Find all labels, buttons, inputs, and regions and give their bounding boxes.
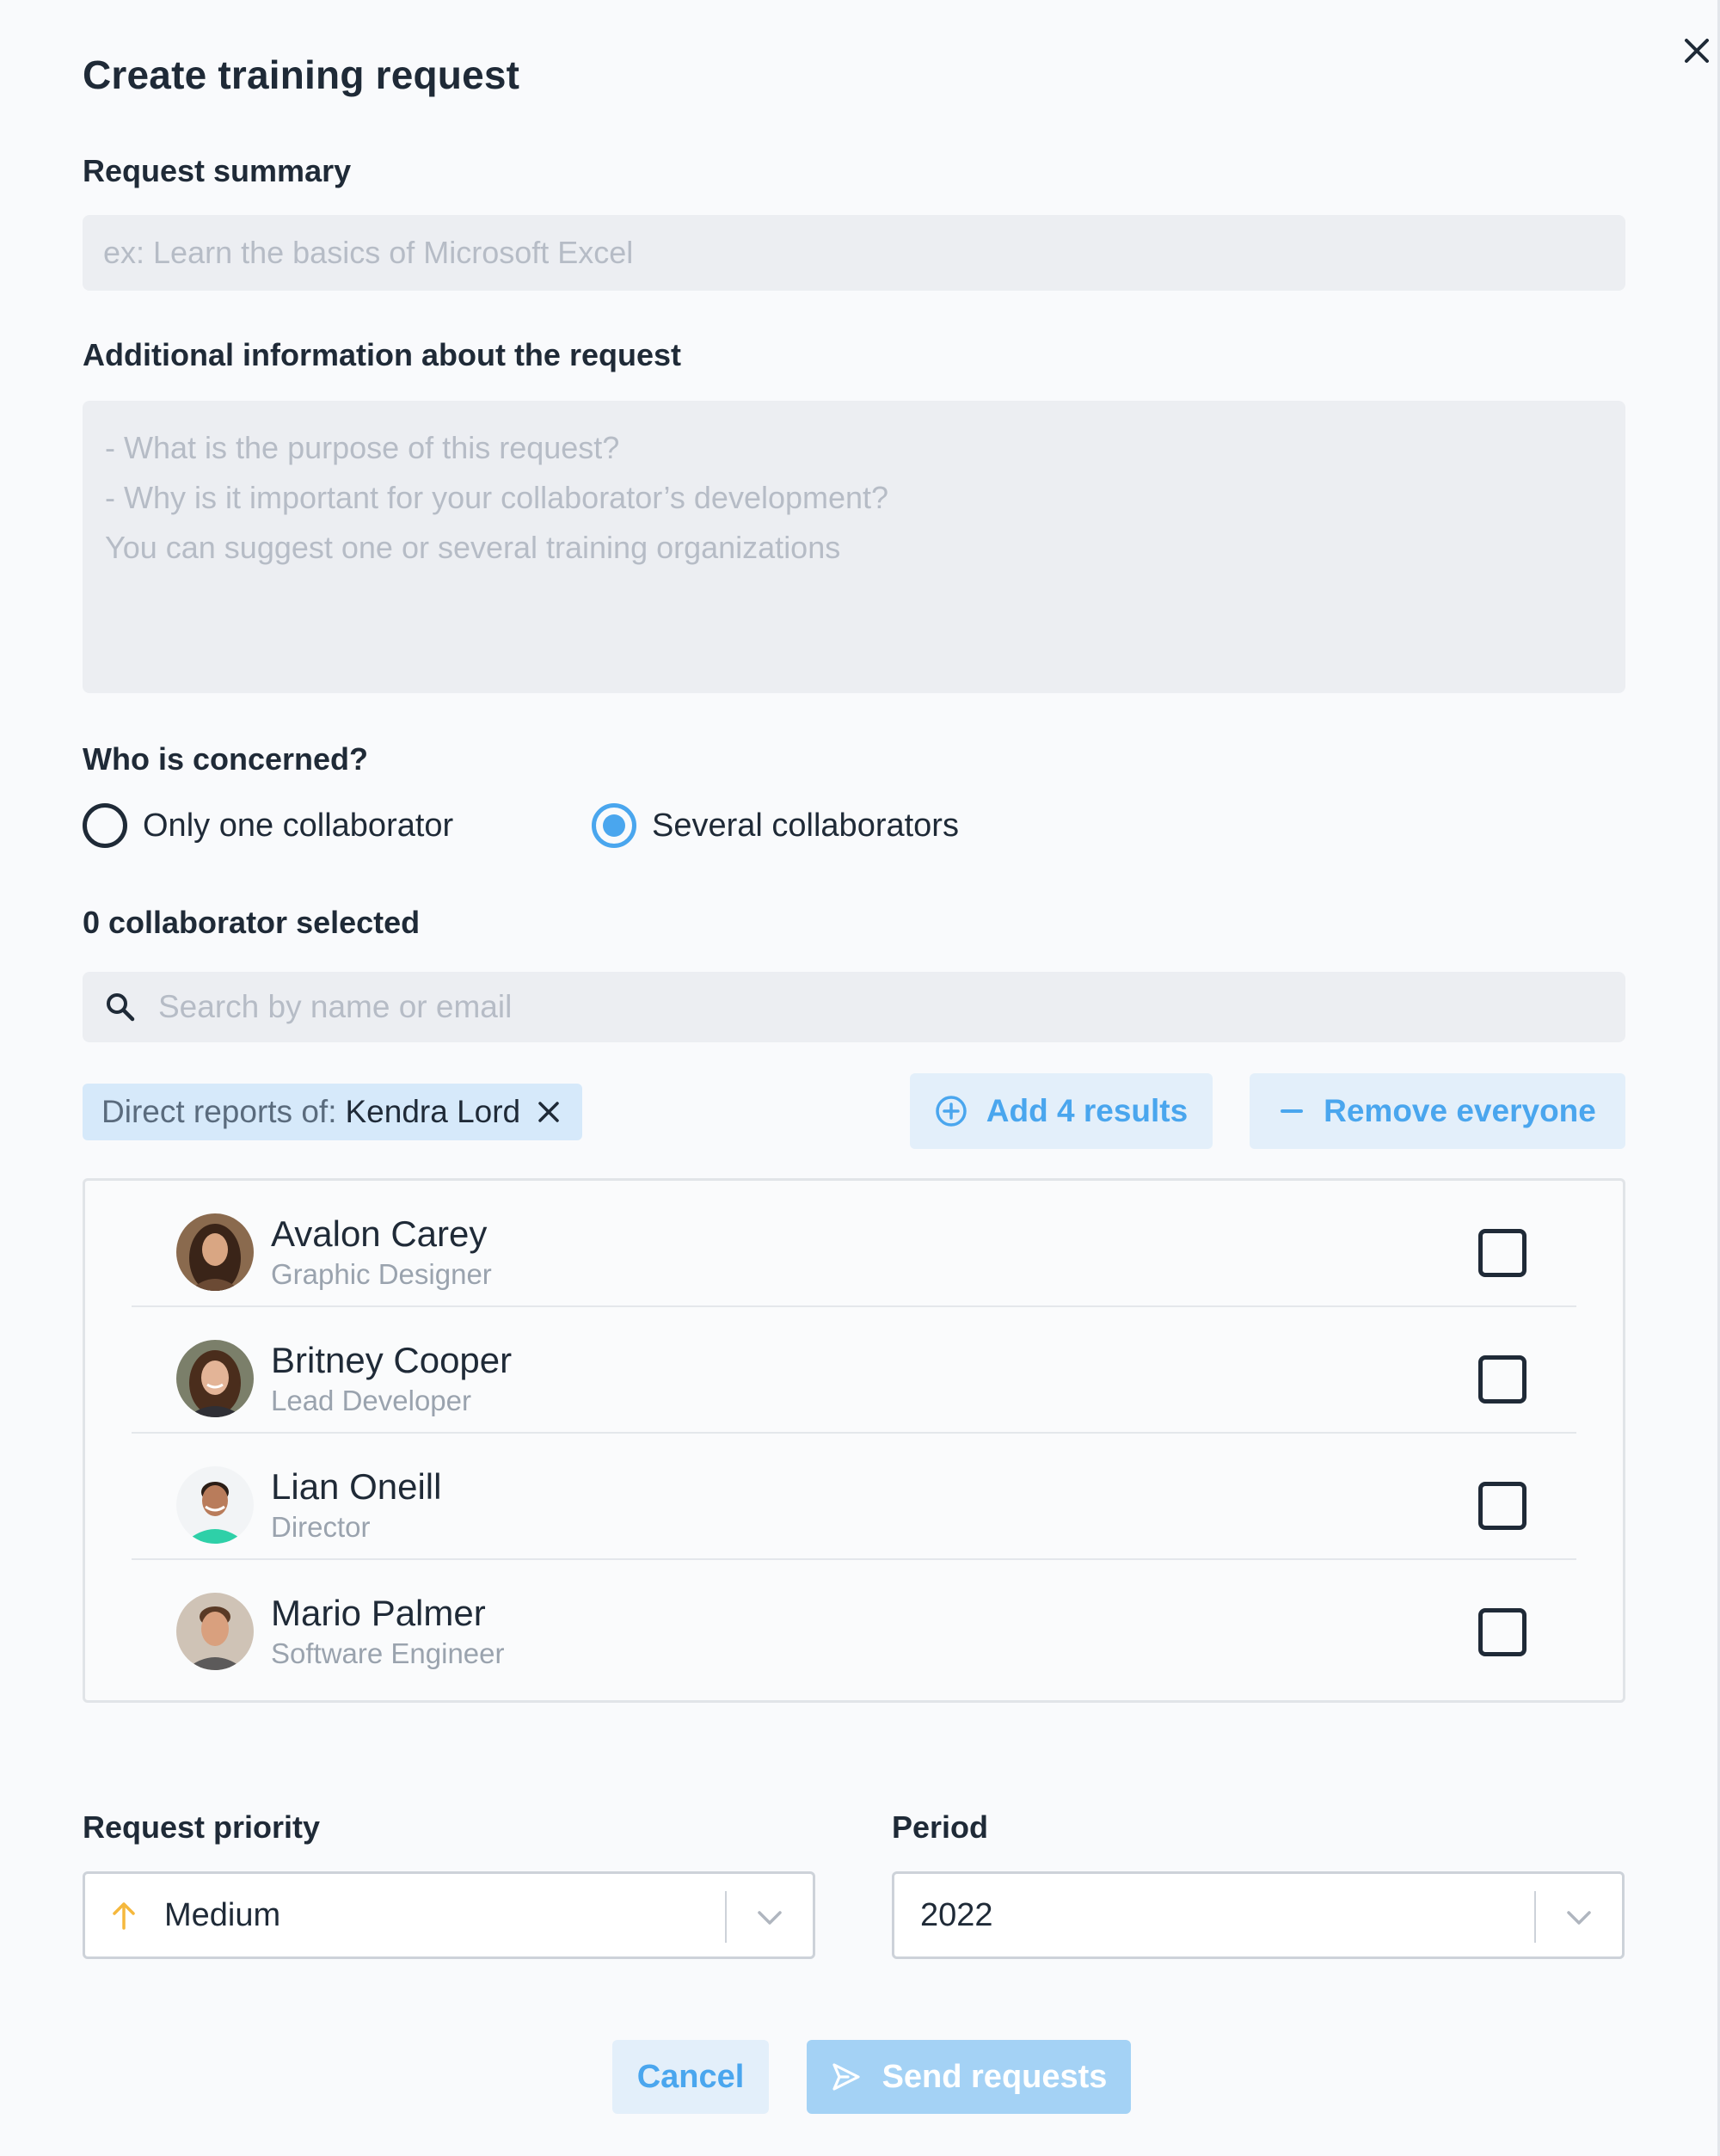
add-results-label: Add 4 results [986,1093,1189,1128]
arrow-up-icon [113,1902,135,1930]
create-training-request-modal: Create training request Request summary … [0,0,1720,2156]
modal-title: Create training request [83,52,520,97]
remove-everyone-button[interactable]: Remove everyone [1250,1073,1625,1149]
filter-chip-name: Kendra Lord [345,1094,521,1129]
request-summary-label: Request summary [83,153,352,188]
collaborator-list: Avalon Carey Graphic Designer Britney Co… [83,1178,1625,1703]
collaborator-role: Graphic Designer [271,1258,492,1290]
search-icon [107,993,135,1022]
collaborator-name: Britney Cooper [271,1340,513,1380]
minus-icon [1281,1109,1304,1113]
plus-circle-icon [936,1096,967,1127]
select-separator [725,1891,727,1943]
who-is-concerned-label: Who is concerned? [83,741,369,777]
collaborator-row[interactable]: Avalon Carey Graphic Designer [132,1181,1576,1307]
radio-only-one-collaborator[interactable]: Only one collaborator [83,803,453,848]
collaborator-search-input[interactable]: Search by name or email [83,972,1625,1042]
close-icon [538,1102,559,1122]
radio-several-collaborators[interactable]: Several collaborators [592,803,959,848]
close-icon [1685,39,1709,63]
collaborator-role: Software Engineer [271,1637,505,1669]
additional-info-placeholder-line: You can suggest one or several training … [105,530,841,565]
collaborator-name: Mario Palmer [271,1593,486,1633]
send-requests-label: Send requests [882,2058,1108,2095]
radio-label: Only one collaborator [143,807,454,844]
additional-info-textarea[interactable]: - What is the purpose of this request? -… [83,401,1625,693]
period-label: Period [892,1809,989,1845]
collaborator-name: Avalon Carey [271,1213,488,1254]
additional-info-placeholder-line: - Why is it important for your collabora… [105,480,889,515]
collaborator-name: Lian Oneill [271,1466,442,1507]
select-separator [1534,1891,1536,1943]
collaborator-role: Lead Developer [271,1385,471,1416]
priority-select[interactable]: Medium [83,1871,815,1959]
avatar [176,1466,254,1544]
request-summary-input[interactable]: ex: Learn the basics of Microsoft Excel [83,215,1625,291]
remove-everyone-label: Remove everyone [1324,1093,1596,1128]
send-requests-button[interactable]: Send requests [807,2040,1131,2114]
additional-info-label: Additional information about the request [83,337,681,372]
period-value: 2022 [920,1896,993,1933]
send-icon [832,2063,860,2091]
search-placeholder: Search by name or email [158,989,513,1024]
collaborator-checkbox[interactable] [1478,1229,1526,1277]
radio-label: Several collaborators [652,807,959,844]
collaborator-row[interactable]: Britney Cooper Lead Developer [132,1307,1576,1434]
radio-circle[interactable] [83,803,127,848]
cancel-button[interactable]: Cancel [612,2040,769,2114]
request-summary-placeholder: ex: Learn the basics of Microsoft Excel [103,235,634,270]
close-button[interactable] [1675,29,1718,72]
selected-count: 0 collaborator selected [83,905,421,940]
collaborator-row[interactable]: Mario Palmer Software Engineer [132,1560,1576,1686]
chevron-down-icon [758,1911,782,1925]
avatar [176,1593,254,1670]
priority-value: Medium [164,1896,281,1933]
remove-filter-button[interactable] [538,1101,560,1123]
avatar [176,1340,254,1417]
collaborator-checkbox[interactable] [1478,1355,1526,1404]
chevron-down-icon [1567,1911,1591,1925]
filter-chip: Direct reports of: Kendra Lord [83,1084,583,1140]
collaborator-checkbox[interactable] [1478,1482,1526,1530]
collaborator-role: Director [271,1511,371,1543]
request-priority-label: Request priority [83,1809,321,1845]
period-select[interactable]: 2022 [892,1871,1625,1959]
additional-info-placeholder-line: - What is the purpose of this request? [105,430,620,465]
collaborator-row[interactable]: Lian Oneill Director [132,1434,1576,1560]
collaborator-checkbox[interactable] [1478,1608,1526,1656]
filter-chip-prefix: Direct reports of: [101,1094,337,1129]
radio-circle-selected[interactable] [592,803,636,848]
add-results-button[interactable]: Add 4 results [910,1073,1213,1149]
avatar [176,1213,254,1291]
